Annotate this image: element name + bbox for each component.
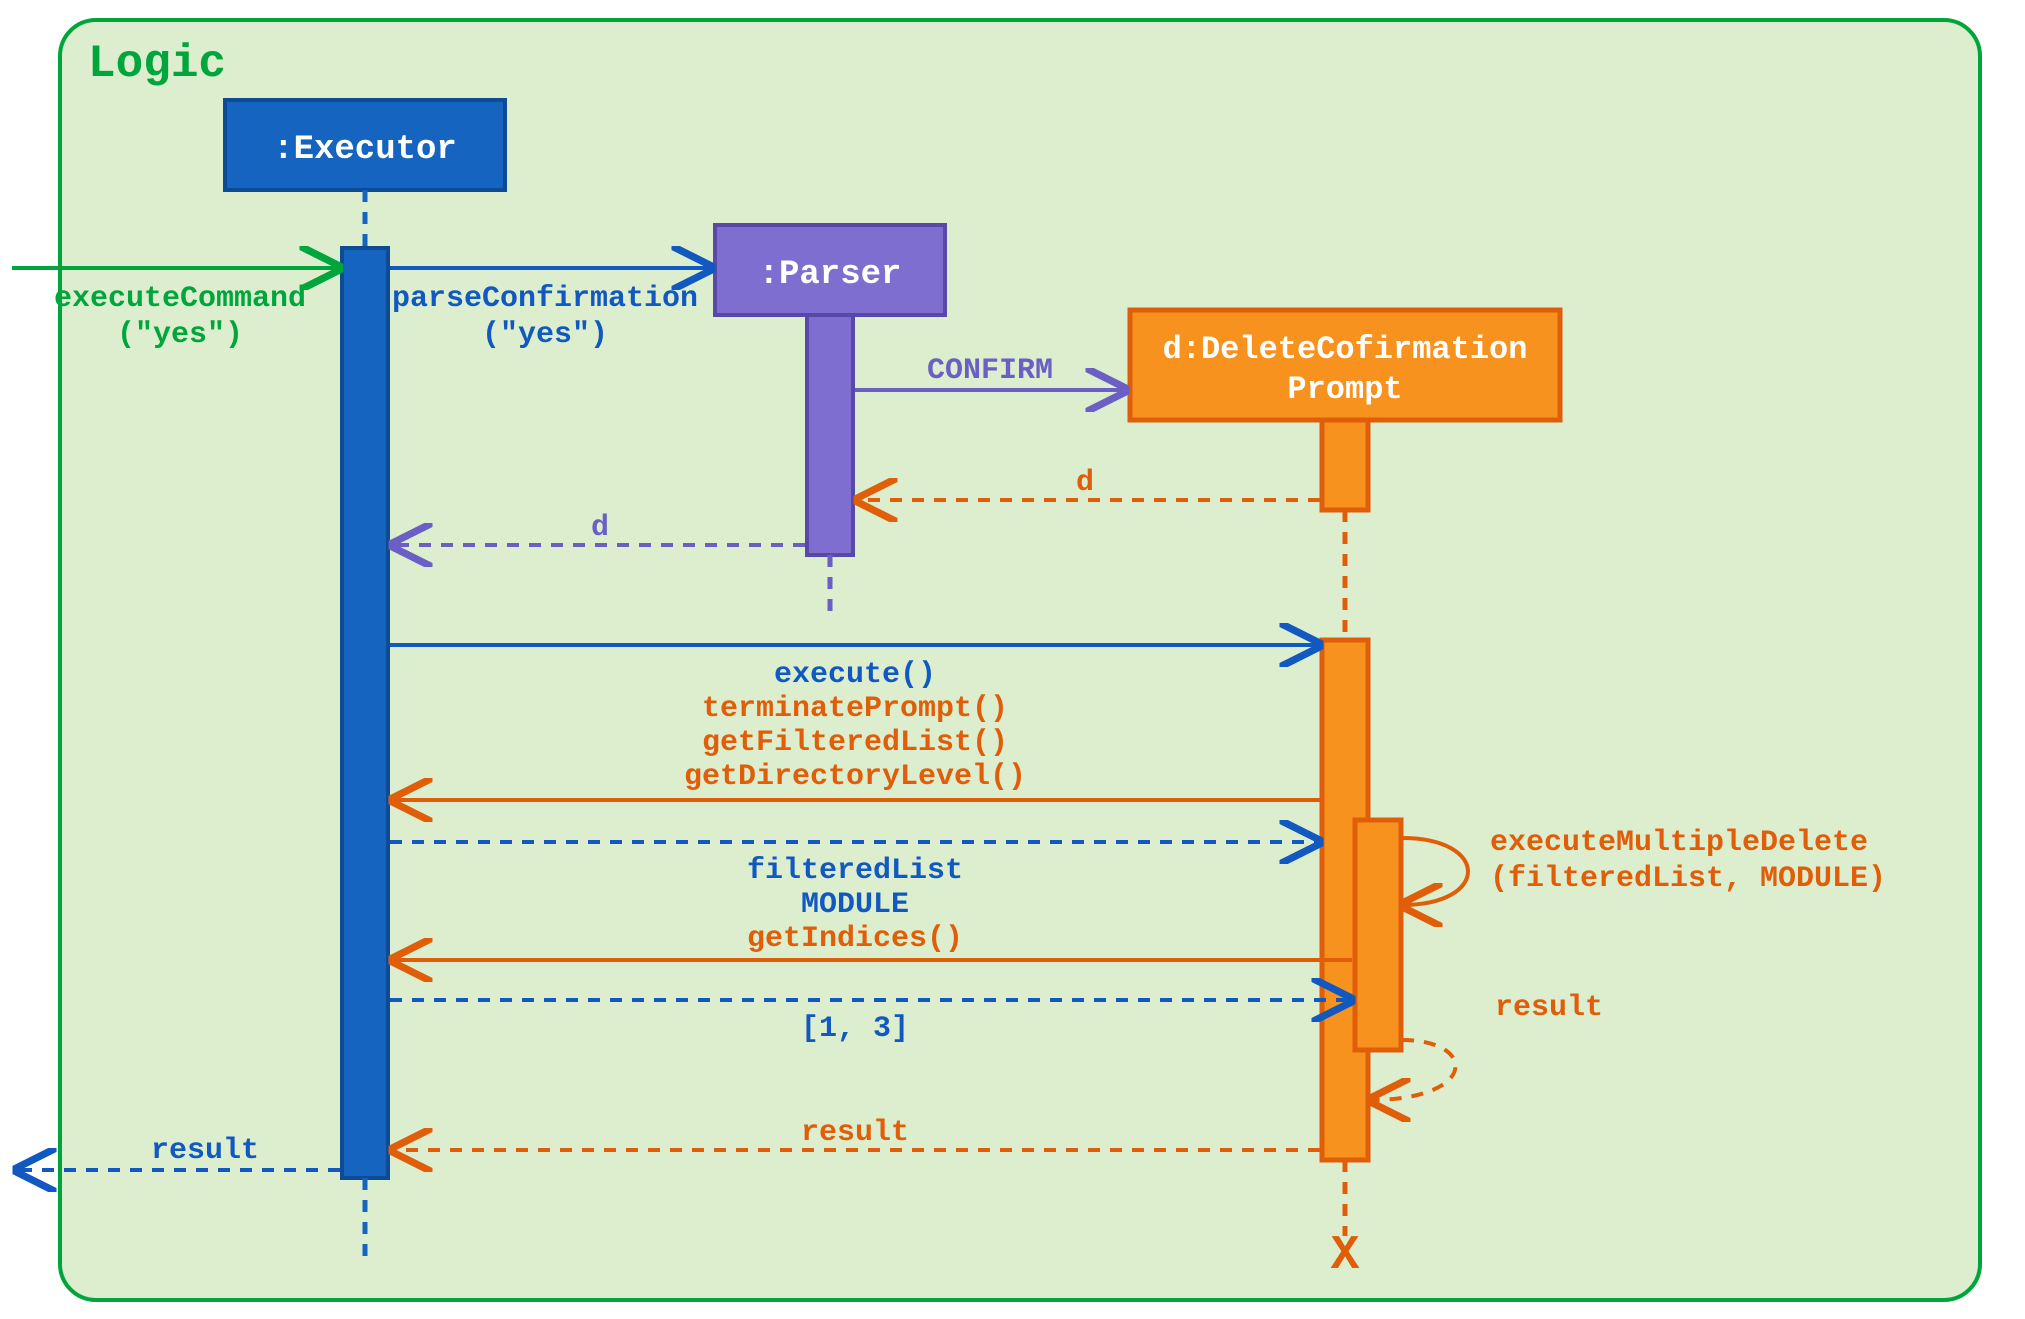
parser-label: :Parser [759, 256, 902, 294]
sequence-diagram: Logic :Executor :Parser d:DeleteCofirmat… [0, 0, 2025, 1319]
msg-resultOut-label: result [151, 1134, 259, 1168]
prompt-label-line2: Prompt [1287, 371, 1402, 408]
msg-return-d-orange-label: d [1076, 466, 1094, 500]
msg-getDirectoryLevel-label: getDirectoryLevel() [684, 760, 1026, 794]
msg-getFilteredList-label: getFilteredList() [702, 726, 1008, 760]
frame-label: Logic [88, 38, 226, 90]
msg-confirm-label: CONFIRM [927, 354, 1053, 388]
msg-filteredList-label: filteredList [747, 854, 963, 888]
msg-module-label: MODULE [801, 888, 909, 922]
msg-indices-label: [1, 3] [801, 1012, 909, 1046]
executor-label: :Executor [273, 131, 457, 169]
destruction-x: X [1331, 1229, 1360, 1283]
msg-execMultiple-label2: (filteredList, MODULE) [1490, 862, 1886, 896]
msg-execute-label: execute() [774, 658, 936, 692]
prompt-label-line1: d:DeleteCofirmation [1163, 331, 1528, 368]
msg-execMultiple-label1: executeMultipleDelete [1490, 826, 1868, 860]
msg-return-d-purple-label: d [591, 511, 609, 545]
msg-selfResult-label: result [1495, 991, 1603, 1025]
msg-getIndices-label: getIndices() [747, 922, 963, 956]
msg-executeCommand-label2: ("yes") [117, 318, 243, 352]
msg-resultBack-label: result [801, 1116, 909, 1150]
msg-executeCommand-label1: executeCommand [54, 282, 306, 316]
msg-parseConfirmation-label1: parseConfirmation [392, 282, 698, 316]
msg-parseConfirmation-label2: ("yes") [482, 318, 608, 352]
msg-terminatePrompt-label: terminatePrompt() [702, 692, 1008, 726]
